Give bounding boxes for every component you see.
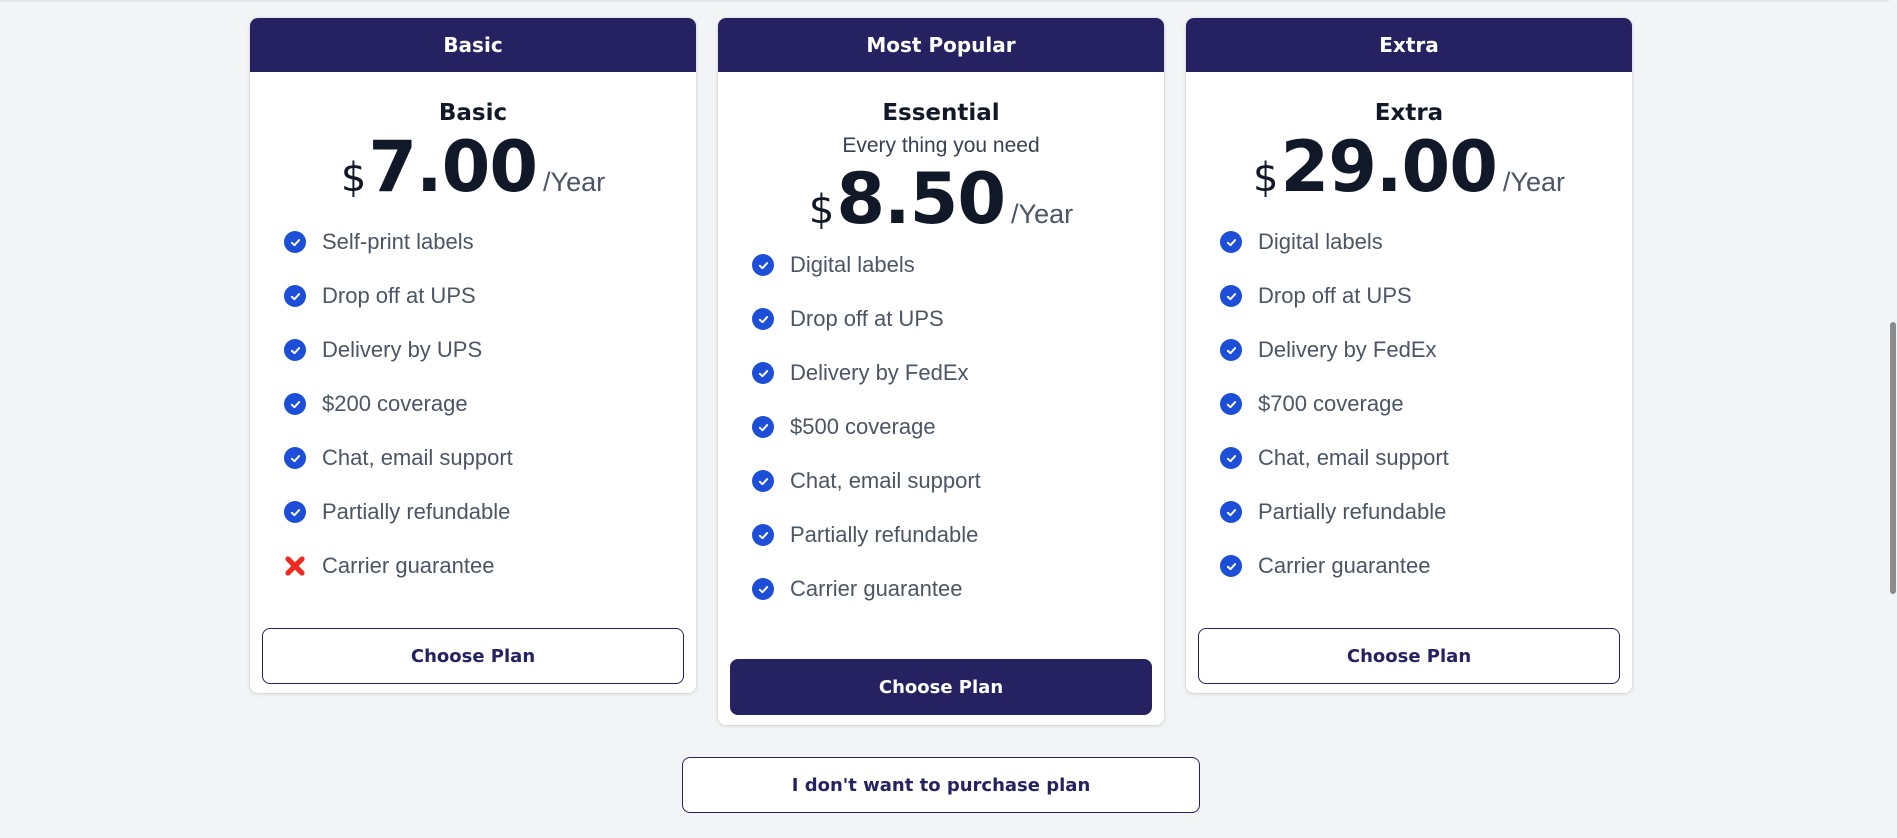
feature-label: Digital labels — [790, 252, 915, 277]
price-amount: 7.00 — [368, 126, 538, 208]
check-circle-icon — [1220, 285, 1242, 307]
top-divider — [0, 0, 1897, 2]
check-circle-icon — [752, 470, 774, 492]
check-circle-icon — [752, 524, 774, 546]
feature-item: Digital labels — [718, 238, 1164, 292]
price-currency: $ — [808, 187, 835, 233]
feature-label: Chat, email support — [322, 445, 513, 470]
feature-item: Carrier guarantee — [250, 539, 696, 593]
plan-name: Extra — [1374, 100, 1444, 126]
check-circle-icon — [284, 447, 306, 469]
check-circle-icon — [752, 254, 774, 276]
feature-item: Digital labels — [1186, 215, 1632, 269]
check-circle-icon — [752, 578, 774, 600]
feature-item: $500 coverage — [718, 400, 1164, 454]
feature-label: Delivery by FedEx — [1258, 337, 1437, 362]
feature-label: Drop off at UPS — [790, 306, 944, 331]
feature-item: Partially refundable — [250, 485, 696, 539]
feature-item: Carrier guarantee — [1186, 539, 1632, 593]
price: $ 7.00 /Year — [250, 126, 696, 208]
feature-item: $700 coverage — [1186, 377, 1632, 431]
price-period: /Year — [1011, 199, 1074, 229]
plan-card-header: Basic — [250, 18, 696, 72]
price-amount: 8.50 — [836, 158, 1006, 240]
price: $ 8.50 /Year — [718, 158, 1164, 240]
check-circle-icon — [1220, 339, 1242, 361]
price-period: /Year — [1502, 167, 1565, 197]
plan-card-basic: Basic Basic $ 7.00 /Year Self-print labe… — [250, 18, 696, 693]
feature-label: Self-print labels — [322, 229, 474, 254]
feature-label: Digital labels — [1258, 229, 1383, 254]
plan-card-extra: Extra Extra $ 29.00 /Year Digital labels… — [1186, 18, 1632, 693]
check-circle-icon — [284, 501, 306, 523]
scrollbar-thumb[interactable] — [1890, 322, 1896, 594]
feature-label: Carrier guarantee — [1258, 553, 1431, 578]
price-currency: $ — [340, 155, 367, 201]
feature-item: Chat, email support — [250, 431, 696, 485]
feature-list: Digital labels Drop off at UPS Delivery by… — [718, 238, 1164, 616]
feature-item: Carrier guarantee — [718, 562, 1164, 616]
plan-card-header: Most Popular — [718, 18, 1164, 72]
check-circle-icon — [1220, 393, 1242, 415]
price-currency: $ — [1253, 155, 1279, 201]
feature-label: Partially refundable — [1258, 499, 1447, 524]
plan-subtitle: Every thing you need — [842, 134, 1040, 157]
check-circle-icon — [284, 231, 306, 253]
plan-card-essential: Most Popular Essential Every thing you n… — [718, 18, 1164, 725]
plan-name: Essential — [882, 100, 1000, 126]
feature-item: Chat, email support — [1186, 431, 1632, 485]
feature-label: Carrier guarantee — [322, 553, 495, 578]
feature-list: Digital labels Drop off at UPS Delivery by… — [1186, 215, 1632, 593]
skip-plan-button[interactable]: I don't want to purchase plan — [682, 757, 1200, 813]
check-circle-icon — [1220, 555, 1242, 577]
check-circle-icon — [284, 339, 306, 361]
check-circle-icon — [1220, 231, 1242, 253]
check-circle-icon — [284, 285, 306, 307]
check-circle-icon — [752, 362, 774, 384]
cross-icon — [284, 555, 306, 577]
price: $ 29.00 /Year — [1186, 126, 1632, 208]
feature-label: Partially refundable — [790, 522, 979, 547]
feature-item: Chat, email support — [718, 454, 1164, 508]
feature-item: Partially refundable — [1186, 485, 1632, 539]
plan-name: Basic — [438, 100, 508, 126]
feature-label: $700 coverage — [1258, 391, 1404, 416]
check-circle-icon — [1220, 501, 1242, 523]
choose-plan-button-basic[interactable]: Choose Plan — [262, 628, 684, 684]
feature-label: Delivery by FedEx — [790, 360, 969, 385]
feature-item: Self-print labels — [250, 215, 696, 269]
feature-item: Drop off at UPS — [718, 292, 1164, 346]
check-circle-icon — [1220, 447, 1242, 469]
feature-label: Carrier guarantee — [790, 576, 963, 601]
feature-label: $500 coverage — [790, 414, 936, 439]
feature-list: Self-print labels Drop off at UPS Delivery… — [250, 215, 696, 593]
check-circle-icon — [752, 308, 774, 330]
feature-item: Partially refundable — [718, 508, 1164, 562]
feature-label: Partially refundable — [322, 499, 511, 524]
feature-item: $200 coverage — [250, 377, 696, 431]
check-circle-icon — [752, 416, 774, 438]
feature-label: Delivery by UPS — [322, 337, 483, 362]
scrollbar[interactable] — [1889, 0, 1897, 838]
feature-item: Delivery by UPS — [250, 323, 696, 377]
plan-card-header: Extra — [1186, 18, 1632, 72]
price-amount: 29.00 — [1280, 126, 1497, 208]
feature-item: Delivery by FedEx — [718, 346, 1164, 400]
feature-label: Drop off at UPS — [322, 283, 476, 308]
feature-label: $200 coverage — [322, 391, 468, 416]
feature-label: Chat, email support — [1258, 445, 1449, 470]
check-circle-icon — [284, 393, 306, 415]
feature-item: Delivery by FedEx — [1186, 323, 1632, 377]
feature-label: Drop off at UPS — [1258, 283, 1412, 308]
choose-plan-button-essential[interactable]: Choose Plan — [730, 659, 1152, 715]
price-period: /Year — [543, 167, 606, 197]
choose-plan-button-extra[interactable]: Choose Plan — [1198, 628, 1620, 684]
feature-item: Drop off at UPS — [1186, 269, 1632, 323]
feature-item: Drop off at UPS — [250, 269, 696, 323]
feature-label: Chat, email support — [790, 468, 981, 493]
